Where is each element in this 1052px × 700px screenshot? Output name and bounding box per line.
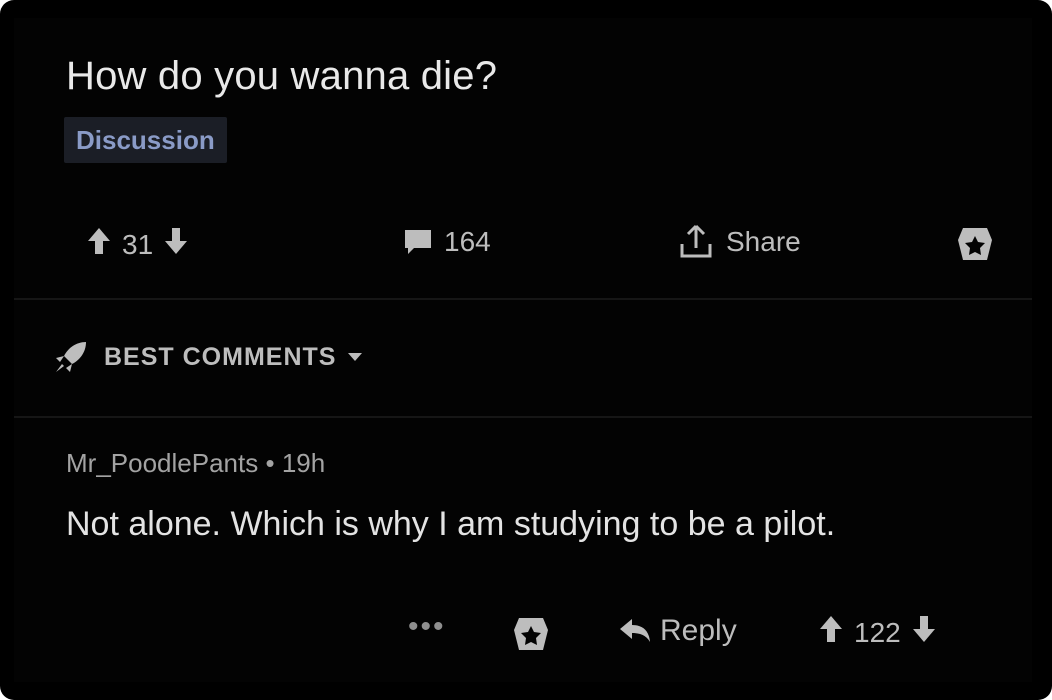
award-icon: [958, 228, 992, 260]
comment-author[interactable]: Mr_PoodlePants: [66, 448, 258, 478]
award-icon: [514, 618, 548, 650]
comment-score: 122: [854, 617, 901, 648]
reply-icon: [620, 619, 650, 642]
post-flair[interactable]: Discussion: [64, 117, 227, 163]
rocket-icon: [56, 342, 86, 372]
sort-dropdown[interactable]: BEST COMMENTS: [52, 338, 364, 376]
post-container: How do you wanna die? Discussion 31 164: [14, 18, 1032, 682]
arrow-down-icon: [165, 228, 188, 254]
comments-button[interactable]: 164: [402, 226, 501, 258]
share-label: Share: [726, 226, 801, 257]
reply-label: Reply: [660, 614, 737, 647]
comment-body: Not alone. Which is why I am studying to…: [66, 505, 836, 543]
comment-action-bar: ••• Reply 122: [14, 610, 1032, 666]
screenshot-frame: How do you wanna die? Discussion 31 164: [0, 0, 1052, 700]
post-score: 31: [122, 228, 154, 260]
caret-down-icon: [348, 353, 363, 361]
comment-meta: Mr_PoodlePants • 19h: [66, 448, 325, 479]
comment-age: 19h: [281, 448, 326, 478]
arrow-up-icon: [820, 616, 842, 642]
award-button[interactable]: [956, 224, 994, 264]
meta-separator: •: [265, 448, 275, 478]
comment-count: 164: [444, 226, 491, 257]
divider: [14, 298, 1032, 300]
comment-icon: [405, 230, 431, 254]
divider: [14, 416, 1032, 418]
comment-upvote-button[interactable]: [818, 614, 844, 652]
post-vote: 31: [86, 226, 189, 263]
reply-button[interactable]: Reply: [618, 614, 737, 648]
comment-award-button[interactable]: [512, 614, 550, 654]
arrow-down-icon: [912, 616, 935, 642]
share-icon: [680, 224, 712, 258]
share-button[interactable]: Share: [676, 222, 811, 262]
comment-downvote-button[interactable]: [911, 614, 937, 652]
post-title[interactable]: How do you wanna die?: [66, 54, 497, 99]
sort-label: BEST COMMENTS: [104, 342, 337, 371]
upvote-button[interactable]: [86, 226, 112, 263]
post-action-bar: 31 164 Share: [14, 218, 1032, 274]
more-options-button[interactable]: •••: [408, 610, 446, 644]
downvote-button[interactable]: [163, 226, 189, 263]
arrow-up-icon: [88, 228, 110, 254]
comment-vote: 122: [818, 614, 937, 652]
